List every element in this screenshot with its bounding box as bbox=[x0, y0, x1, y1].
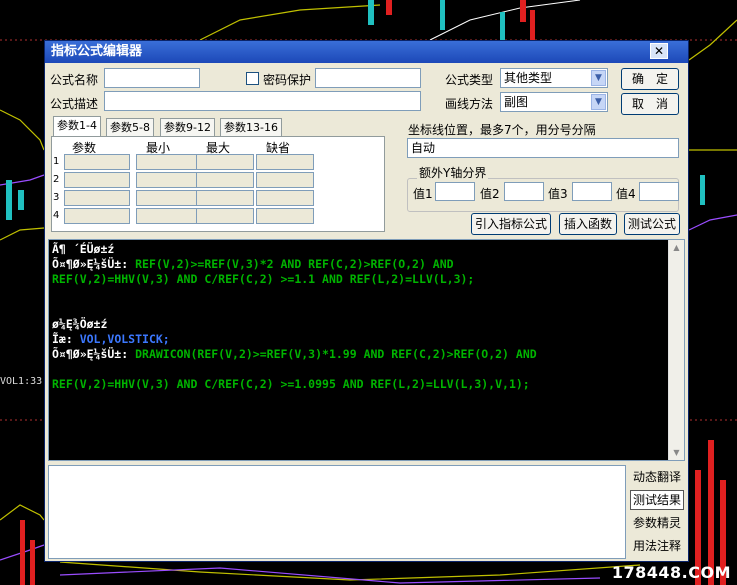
formula-desc-input[interactable] bbox=[104, 91, 421, 111]
tab-params-9-12[interactable]: 参数9-12 bbox=[160, 118, 215, 136]
code-line: REF(V,2)=HHV(V,3) AND C/REF(C,2) >=1.1 A… bbox=[52, 272, 475, 286]
formula-type-label: 公式类型 bbox=[445, 73, 494, 87]
param-name-cell[interactable] bbox=[64, 154, 130, 170]
formula-type-value: 其他类型 bbox=[504, 71, 553, 85]
window-title: 指标公式编辑器 bbox=[51, 44, 143, 59]
param-min-cell[interactable] bbox=[136, 154, 202, 170]
param-row-number: 3 bbox=[53, 192, 60, 203]
import-formula-button[interactable]: 引入指标公式 bbox=[471, 213, 551, 235]
param-min-cell[interactable] bbox=[136, 172, 202, 188]
draw-method-label: 画线方法 bbox=[445, 97, 494, 111]
param-name-cell[interactable] bbox=[64, 172, 130, 188]
test-result-button[interactable]: 测试结果 bbox=[630, 490, 684, 510]
usage-notes-button[interactable]: 用法注释 bbox=[630, 536, 684, 556]
extra-y-axis-label: 额外Y轴分界 bbox=[417, 164, 489, 181]
params-panel: 参数 最小 最大 缺省 1 2 3 4 bbox=[51, 136, 385, 232]
y-value-2-input[interactable] bbox=[504, 182, 544, 201]
chevron-down-icon[interactable]: ▼ bbox=[591, 70, 606, 86]
output-panel[interactable] bbox=[48, 465, 626, 559]
formula-code-editor[interactable]: Ã¶ ´ÉÜø±ź Õ¤¶Ø»Ę¼šÜ±: REF(V,2)>=REF(V,3)… bbox=[48, 239, 685, 461]
draw-method-value: 副图 bbox=[504, 95, 529, 109]
param-max-cell[interactable] bbox=[196, 172, 254, 188]
test-formula-button[interactable]: 测试公式 bbox=[624, 213, 680, 235]
code-comment: Õ¤¶Ø»Ę¼šÜ±: bbox=[52, 257, 136, 271]
y-value-2-label: 值2 bbox=[480, 187, 500, 201]
code-comment: Ĩæ: bbox=[52, 332, 80, 346]
volume-indicator-label: VOL1:33 bbox=[0, 376, 43, 387]
code-line: REF(V,2)=HHV(V,3) AND C/REF(C,2) >=1.099… bbox=[52, 377, 530, 391]
code-line: ø¼Ę¾Öø±ź bbox=[52, 317, 108, 331]
close-button[interactable]: ✕ bbox=[650, 43, 668, 59]
code-line: Ã¶ ´ÉÜø±ź bbox=[52, 242, 115, 256]
formula-name-label: 公式名称 bbox=[50, 73, 99, 87]
param-row-number: 4 bbox=[53, 210, 60, 221]
param-min-cell[interactable] bbox=[136, 190, 202, 206]
param-default-cell[interactable] bbox=[256, 208, 314, 224]
draw-method-select[interactable]: 副图 ▼ bbox=[500, 92, 608, 112]
code-line: DRAWICON(REF(V,2)>=REF(V,3)*1.99 AND REF… bbox=[135, 347, 537, 361]
code-line: REF(V,2)>=REF(V,3)*2 AND REF(C,2)>REF(O,… bbox=[135, 257, 454, 271]
tab-params-5-8[interactable]: 参数5-8 bbox=[106, 118, 154, 136]
y-value-3-input[interactable] bbox=[572, 182, 612, 201]
editor-scrollbar[interactable]: ▲ ▼ bbox=[668, 240, 684, 460]
param-default-cell[interactable] bbox=[256, 190, 314, 206]
ok-button[interactable]: 确 定 bbox=[621, 68, 679, 90]
cancel-button[interactable]: 取 消 bbox=[621, 93, 679, 115]
y-value-4-input[interactable] bbox=[639, 182, 679, 201]
tab-params-1-4[interactable]: 参数1-4 bbox=[53, 116, 101, 136]
password-label: 密码保护 bbox=[263, 73, 312, 87]
param-default-cell[interactable] bbox=[256, 154, 314, 170]
formula-editor-dialog: 指标公式编辑器 ✕ 公式名称 密码保护 公式类型 其他类型 ▼ 确 定 公式描述… bbox=[44, 40, 689, 562]
title-bar[interactable]: 指标公式编辑器 ✕ bbox=[45, 41, 688, 63]
axis-position-label: 坐标线位置，最多7个，用分号分隔 bbox=[408, 123, 596, 137]
insert-function-button[interactable]: 插入函数 bbox=[559, 213, 617, 235]
param-name-cell[interactable] bbox=[64, 208, 130, 224]
param-wizard-button[interactable]: 参数精灵 bbox=[630, 513, 684, 533]
param-min-cell[interactable] bbox=[136, 208, 202, 224]
formula-type-select[interactable]: 其他类型 ▼ bbox=[500, 68, 608, 88]
y-value-4-label: 值4 bbox=[616, 187, 636, 201]
password-input[interactable] bbox=[315, 68, 421, 88]
y-value-3-label: 值3 bbox=[548, 187, 568, 201]
param-max-cell[interactable] bbox=[196, 190, 254, 206]
y-value-1-input[interactable] bbox=[435, 182, 475, 201]
y-value-1-label: 值1 bbox=[413, 187, 433, 201]
dynamic-translate-button[interactable]: 动态翻译 bbox=[630, 467, 684, 487]
formula-name-input[interactable] bbox=[104, 68, 200, 88]
scroll-up-icon[interactable]: ▲ bbox=[671, 242, 682, 253]
formula-desc-label: 公式描述 bbox=[50, 97, 99, 111]
param-default-cell[interactable] bbox=[256, 172, 314, 188]
password-checkbox[interactable] bbox=[246, 72, 259, 85]
param-row-number: 1 bbox=[53, 156, 60, 167]
param-max-cell[interactable] bbox=[196, 154, 254, 170]
param-max-cell[interactable] bbox=[196, 208, 254, 224]
chevron-down-icon[interactable]: ▼ bbox=[591, 94, 606, 110]
watermark: 178448.COM bbox=[611, 563, 731, 582]
scroll-down-icon[interactable]: ▼ bbox=[671, 447, 682, 458]
tab-params-13-16[interactable]: 参数13-16 bbox=[220, 118, 282, 136]
param-name-cell[interactable] bbox=[64, 190, 130, 206]
code-text: Ã¶ ´ÉÜø±ź Õ¤¶Ø»Ę¼šÜ±: REF(V,2)>=REF(V,3)… bbox=[52, 242, 537, 392]
axis-position-input[interactable]: 自动 bbox=[407, 138, 679, 158]
param-row-number: 2 bbox=[53, 174, 60, 185]
code-line: VOL,VOLSTICK; bbox=[79, 332, 170, 346]
code-comment: Õ¤¶Ø»Ę¼šÜ±: bbox=[52, 347, 136, 361]
